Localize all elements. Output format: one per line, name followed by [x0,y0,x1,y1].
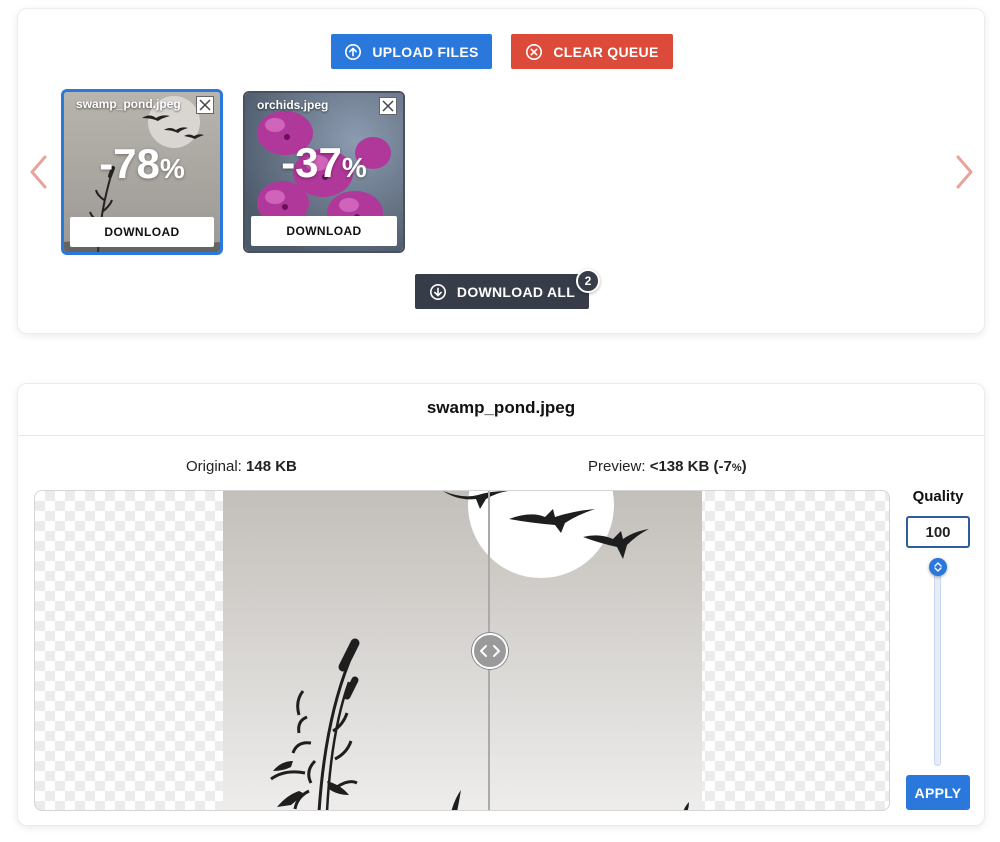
compression-percent: -37% [245,139,403,187]
download-icon [429,283,446,300]
original-size-value: 148 KB [246,458,297,475]
quality-input[interactable] [906,516,970,548]
quality-slider-thumb[interactable] [929,558,947,576]
percent-value: -78 [99,140,160,187]
preview-image [223,491,702,810]
percent-sign: % [159,153,185,184]
original-size-label: Original: [186,458,242,475]
upload-files-label: UPLOAD FILES [372,43,479,60]
download-count-badge: 2 [576,269,600,293]
file-title: swamp_pond.jpeg [426,398,576,417]
preview-size-value: <138 KB (-7 [649,458,732,475]
download-all-button[interactable]: DOWNLOAD ALL [415,274,589,309]
preview-percent-sign: % [731,462,742,474]
thumbnail-filename: orchids.jpeg [257,98,329,112]
close-icon [199,99,211,111]
split-handle[interactable] [472,633,508,669]
download-button[interactable]: DOWNLOAD [251,216,397,246]
compare-viewport[interactable] [34,490,890,811]
close-icon [382,100,394,112]
quality-label: Quality [912,488,964,505]
percent-value: -37 [281,139,342,186]
chevron-left-right-icon [480,645,500,657]
preview-size-stat: Preview: <138 KB (-7%) [588,458,747,475]
close-circle-icon [526,43,543,60]
quality-slider-track[interactable] [934,562,941,766]
chevron-right-icon[interactable] [952,154,976,190]
apply-button[interactable]: APPLY [906,775,970,810]
upload-files-button[interactable]: UPLOAD FILES [331,34,492,69]
compression-percent: -78% [64,140,220,188]
preview-close-paren: ) [741,458,747,475]
original-size-stat: Original: 148 KB [186,458,297,475]
upload-icon [345,43,362,60]
chevron-up-down-icon [934,562,942,572]
percent-sign: % [341,152,367,183]
remove-file-button[interactable] [196,96,214,114]
download-all-label: DOWNLOAD ALL [456,283,576,300]
thumbnail-filename: swamp_pond.jpeg [76,97,181,111]
queue-item-swamp-pond[interactable]: swamp_pond.jpeg -78% DOWNLOAD [61,89,223,255]
download-button[interactable]: DOWNLOAD [70,217,214,247]
remove-file-button[interactable] [379,97,397,115]
image-compare-panel: swamp_pond.jpeg Original: 148 KB Preview… [17,383,985,826]
clear-queue-label: CLEAR QUEUE [553,43,659,60]
queue-item-orchids[interactable]: orchids.jpeg -37% DOWNLOAD [243,91,405,253]
chevron-left-icon[interactable] [27,154,51,190]
preview-size-label: Preview: [588,458,646,475]
divider [18,435,984,436]
file-queue-panel: UPLOAD FILES CLEAR QUEUE swamp_pond.jpeg… [17,8,985,334]
clear-queue-button[interactable]: CLEAR QUEUE [511,34,673,69]
